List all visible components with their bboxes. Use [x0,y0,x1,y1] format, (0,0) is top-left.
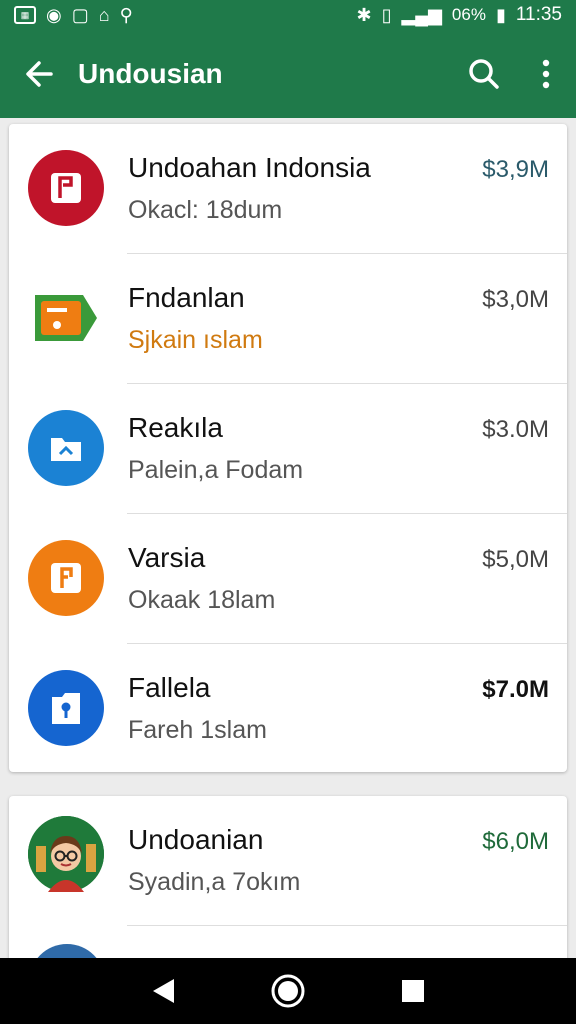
square-recents-icon [402,980,425,1002]
list-item-title: Fallela [128,672,211,703]
list-item-amount: $3,0M [482,286,549,313]
list-item-subtitle: Palein,a Fodam [128,456,304,484]
flag-icon [28,540,104,616]
list-item-title: Varsia [128,542,206,573]
more-options-button[interactable] [516,30,576,118]
more-vert-icon [542,59,550,89]
battery-percent: 06% [451,5,486,24]
list-card: Undoahan Indonsia Okacl: 18dum $3,9M Fnd… [9,124,567,772]
battery-icon: ▮ [495,5,506,25]
nav-recents-button[interactable] [383,961,443,1021]
list-item[interactable]: Fallela Fareh 1slam $7.0M [9,644,567,772]
vibrate-icon: ▯ [381,5,392,25]
avatar [28,816,104,892]
list-item-subtitle: Fareh 1slam [128,716,267,744]
page-title: Undousian [78,58,223,89]
status-right: ✱ ▯ ▂▄▆ 06% ▮ 11:35 [356,4,562,26]
list-item[interactable]: Undoanian Syadin,a 7okım $6,0M [9,796,567,926]
list-item-subtitle: Okaak 18lam [128,586,276,614]
list-item-title: Reakıla [128,412,223,443]
signal-icon: ▂▄▆ [401,5,442,25]
nav-back-button[interactable] [133,961,193,1021]
arrow-back-icon [26,61,53,87]
search-icon [469,59,499,89]
wallet-icon [28,280,104,356]
list-item-title: Fndanlan [128,282,245,313]
list-item-amount: $5,0M [482,546,549,573]
system-navigation-bar [0,958,576,1024]
list-item-amount: $3.0M [482,416,549,443]
bank-icon: ⌂ [98,5,110,25]
triangle-back-icon [152,979,174,1003]
list-item-amount: $7.0M [482,676,549,703]
list-item-subtitle: Sjkain ıslam [128,326,263,354]
list-item[interactable]: Varsia Okaak 18lam $5,0M [9,514,567,644]
list-item-amount: $3,9M [482,156,549,183]
status-bar: ▦ ◉ ▢ ⌂ ⚲ ✱ ▯ ▂▄▆ 06% ▮ 11:35 [0,0,576,30]
list-item-subtitle: Syadin,a 7okım [128,868,301,896]
app-bar: Undousian [0,30,576,118]
notification-icon: ▦ [14,6,36,24]
list-item-subtitle: Okacl: 18dum [128,196,283,224]
search-button[interactable] [452,30,516,118]
nav-home-button[interactable] [258,961,318,1021]
app-notification-icon: ◉ [46,5,62,25]
bluetooth-icon: ✱ [356,5,372,25]
message-icon: ▢ [71,5,89,25]
location-icon: ⚲ [119,5,133,25]
list-item[interactable]: Fndanlan Sjkain ıslam $3,0M [9,254,567,384]
list-item-title: Undoahan Indonsia [128,152,371,183]
list-item[interactable]: Undoahan Indonsia Okacl: 18dum $3,9M [9,124,567,254]
lock-icon [28,670,104,746]
list-item-title: Undoanian [128,824,264,855]
flag-icon [28,150,104,226]
back-button[interactable] [0,30,78,118]
status-left: ▦ ◉ ▢ ⌂ ⚲ [14,6,133,24]
list-item[interactable]: Reakıla Palein,a Fodam $3.0M [9,384,567,514]
status-time: 11:35 [515,4,562,25]
circle-home-icon [271,974,305,1008]
folder-icon [28,410,104,486]
list-item-amount: $6,0M [482,828,549,855]
list-card: Undoanian Syadin,a 7okım $6,0M [9,796,567,966]
